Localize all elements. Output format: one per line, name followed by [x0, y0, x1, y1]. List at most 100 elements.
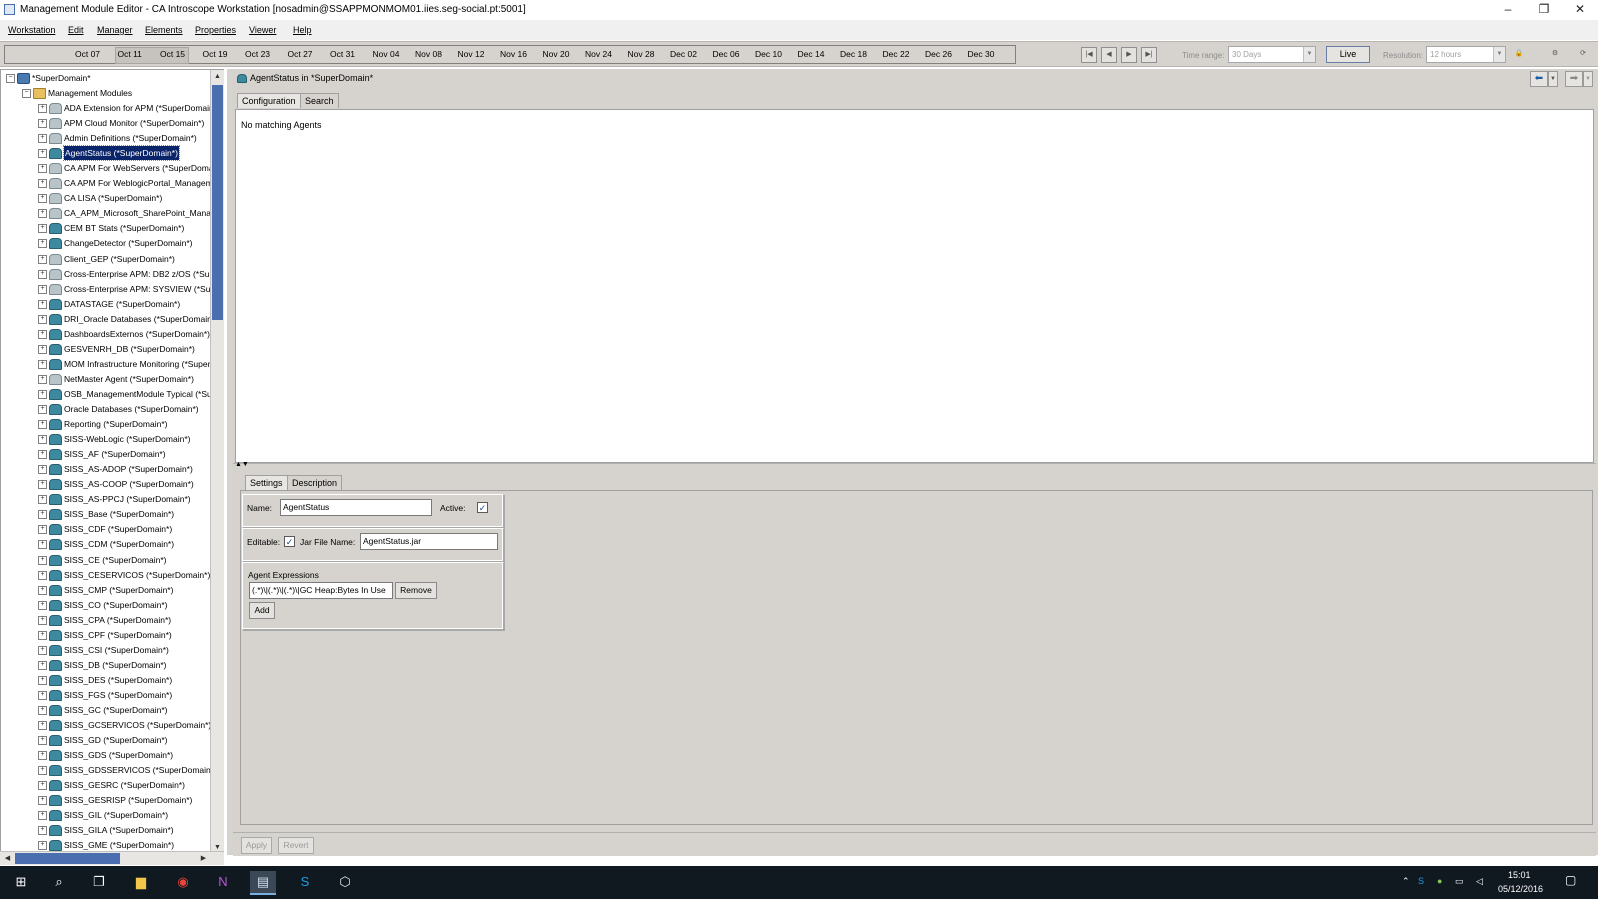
tree-item[interactable]: Client_GEP (*SuperDomain*) [64, 252, 175, 266]
tree-hscroll-thumb[interactable] [15, 853, 120, 864]
workstation-app-icon[interactable]: ▤ [250, 871, 276, 895]
tree-item[interactable]: SISS_CE (*SuperDomain*) [64, 553, 167, 567]
expand-toggle-icon[interactable]: + [38, 660, 47, 670]
jar-file-input[interactable]: AgentStatus.jar [360, 533, 498, 550]
scroll-left-icon[interactable]: ◀ [2, 853, 13, 864]
expand-toggle-icon[interactable]: + [38, 329, 47, 339]
tree-item[interactable]: DRI_Oracle Databases (*SuperDomain*) [64, 312, 218, 326]
tree-item[interactable]: SISS_GC (*SuperDomain*) [64, 703, 167, 717]
file-explorer-icon[interactable]: ▆ [128, 871, 154, 893]
menu-elements[interactable]: Elements [145, 25, 183, 35]
expand-toggle-icon[interactable]: + [38, 525, 47, 535]
tree-group-node[interactable]: Management Modules [48, 86, 132, 100]
time-range-select[interactable]: 30 Days ▼ [1228, 46, 1316, 63]
tree-item[interactable]: SISS_GCSERVICOS (*SuperDomain*) [64, 718, 211, 732]
expand-toggle-icon[interactable]: + [38, 706, 47, 715]
tree-item[interactable]: SISS_CESERVICOS (*SuperDomain*) [64, 568, 210, 582]
splitter-arrows-icon[interactable]: ▲▼ [235, 461, 249, 468]
onenote-icon[interactable]: N [210, 871, 236, 893]
expand-toggle-icon[interactable]: − [6, 74, 15, 83]
tree-item[interactable]: Cross-Enterprise APM: SYSVIEW (*SuperDom… [64, 282, 223, 296]
tree-item[interactable]: MOM Infrastructure Monitoring (*SuperDom… [64, 357, 223, 371]
expand-toggle-icon[interactable]: + [38, 811, 47, 821]
tray-skype-icon[interactable]: S [1418, 876, 1424, 886]
expand-toggle-icon[interactable]: + [38, 826, 47, 836]
expand-toggle-icon[interactable]: + [38, 435, 47, 445]
expand-toggle-icon[interactable]: + [38, 721, 47, 731]
tree-item[interactable]: SISS_CPA (*SuperDomain*) [64, 613, 171, 627]
tree-item[interactable]: Cross-Enterprise APM: DB2 z/OS (*SuperDo… [64, 267, 223, 281]
menu-edit[interactable]: Edit [68, 25, 84, 35]
expand-toggle-icon[interactable]: + [38, 690, 47, 700]
tree-item[interactable]: SISS_GIL (*SuperDomain*) [64, 808, 168, 822]
tray-chevron-icon[interactable]: ⌃ [1402, 876, 1410, 887]
tree-item[interactable]: APM Cloud Monitor (*SuperDomain*) [64, 116, 204, 130]
expand-toggle-icon[interactable]: + [38, 540, 47, 550]
scroll-up-icon[interactable]: ▲ [212, 71, 223, 82]
expand-toggle-icon[interactable]: + [38, 420, 47, 430]
expand-toggle-icon[interactable]: + [38, 570, 47, 580]
expand-toggle-icon[interactable]: + [38, 510, 47, 520]
name-input[interactable]: AgentStatus [280, 499, 432, 516]
editable-checkbox[interactable]: ✓ [284, 536, 295, 547]
refresh-icon[interactable]: ⟳ [1576, 47, 1590, 61]
expand-toggle-icon[interactable]: + [38, 465, 47, 475]
tree-item[interactable]: SISS_CMP (*SuperDomain*) [64, 583, 173, 597]
expand-toggle-icon[interactable]: + [38, 495, 47, 505]
expand-toggle-icon[interactable]: + [38, 585, 47, 595]
clock-time[interactable]: 15:01 [1508, 870, 1531, 880]
expand-toggle-icon[interactable]: + [38, 555, 47, 565]
tree-item[interactable]: ChangeDetector (*SuperDomain*) [64, 236, 193, 250]
expand-toggle-icon[interactable]: + [38, 645, 47, 655]
expand-toggle-icon[interactable]: + [38, 389, 47, 399]
expand-toggle-icon[interactable]: + [38, 675, 47, 685]
expand-toggle-icon[interactable]: + [38, 600, 47, 610]
tray-app-icon[interactable]: ● [1437, 876, 1442, 886]
tree-item[interactable]: Oracle Databases (*SuperDomain*) [64, 402, 199, 416]
agent-expression-input[interactable]: (.*)\|(.*)\|(.*)\|GC Heap:Bytes In Use [249, 582, 393, 599]
tree-item[interactable]: SISS_FGS (*SuperDomain*) [64, 688, 172, 702]
expand-toggle-icon[interactable]: + [38, 615, 47, 625]
expand-toggle-icon[interactable]: + [38, 796, 47, 806]
go-end-icon[interactable]: ▶| [1141, 47, 1157, 63]
expand-toggle-icon[interactable]: + [38, 254, 47, 264]
expand-toggle-icon[interactable]: + [38, 630, 47, 640]
expand-toggle-icon[interactable]: + [38, 751, 47, 761]
expand-toggle-icon[interactable]: + [38, 239, 47, 249]
menu-viewer[interactable]: Viewer [249, 25, 276, 35]
tree-item[interactable]: SISS_DB (*SuperDomain*) [64, 658, 167, 672]
settings-icon[interactable]: ⚙ [1548, 47, 1562, 61]
expand-toggle-icon[interactable]: − [22, 89, 31, 98]
expand-toggle-icon[interactable]: + [38, 209, 47, 219]
tree-horizontal-scrollbar[interactable]: ◀ ▶ [0, 851, 224, 865]
tab-search[interactable]: Search [300, 93, 339, 108]
clock-date[interactable]: 05/12/2016 [1498, 884, 1543, 894]
search-icon[interactable]: ⌕ [46, 871, 72, 893]
tree-item[interactable]: DATASTAGE (*SuperDomain*) [64, 297, 180, 311]
tree-item[interactable]: NetMaster Agent (*SuperDomain*) [64, 372, 194, 386]
tree-item[interactable]: CA APM For WeblogicPortal_Management [64, 176, 223, 190]
tree-item[interactable]: DashboardsExternos (*SuperDomain*) [64, 327, 210, 341]
tree-item[interactable]: SISS_CSI (*SuperDomain*) [64, 643, 169, 657]
tree-item[interactable]: ADA Extension for APM (*SuperDomain*) [64, 101, 220, 115]
tree-item[interactable]: SISS_AS-COOP (*SuperDomain*) [64, 477, 194, 491]
expand-toggle-icon[interactable]: + [38, 164, 47, 174]
expand-toggle-icon[interactable]: + [38, 314, 47, 324]
windows-start-icon[interactable]: ⊞ [8, 871, 34, 893]
add-button[interactable]: Add [249, 602, 275, 619]
tree-item[interactable]: SISS_GDSSERVICOS (*SuperDomain*) [64, 763, 217, 777]
expand-toggle-icon[interactable]: + [38, 344, 47, 354]
expand-toggle-icon[interactable]: + [38, 736, 47, 746]
minimize-button[interactable]: – [1490, 0, 1526, 20]
tree-item[interactable]: SISS_CDM (*SuperDomain*) [64, 537, 174, 551]
tree-item[interactable]: SISS_CO (*SuperDomain*) [64, 598, 167, 612]
menu-properties[interactable]: Properties [195, 25, 236, 35]
expand-toggle-icon[interactable]: + [38, 781, 47, 791]
menu-workstation[interactable]: Workstation [8, 25, 55, 35]
expand-toggle-icon[interactable]: + [38, 374, 47, 384]
expand-toggle-icon[interactable]: + [38, 119, 47, 129]
expand-toggle-icon[interactable]: + [38, 104, 47, 113]
tree-vertical-scrollbar[interactable]: ▲ ▼ [210, 70, 224, 855]
restore-button[interactable]: ❐ [1526, 0, 1562, 20]
tree-item[interactable]: OSB_ManagementModule Typical (*SuperDoma… [64, 387, 223, 401]
